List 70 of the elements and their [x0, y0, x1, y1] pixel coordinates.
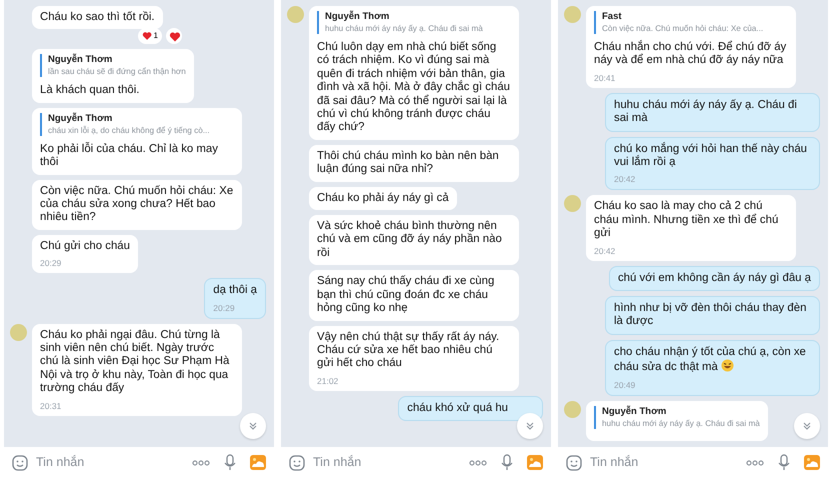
microphone-icon[interactable]	[224, 454, 236, 471]
image-icon[interactable]	[804, 455, 820, 470]
quote-text: lần sau cháu sẽ đi đứng cẩn thận hơn	[48, 66, 186, 78]
message-text: huhu cháu mới áy náy ấy ạ. Cháu đi sai mà	[614, 98, 798, 126]
double-chevron-icon	[802, 421, 812, 431]
quote-text: huhu cháu mới áy náy ấy ạ. Cháu đi sai mà	[602, 418, 760, 429]
quoted-message[interactable]: Nguyễn Thơm lần sau cháu sẽ đi đứng cẩn thận hơn	[40, 54, 186, 78]
message-time: 21:02	[317, 376, 340, 386]
quoted-message[interactable]: Fast Còn việc nữa. Chú muốn hỏi cháu: Xe của...	[594, 11, 788, 34]
message-text: chú với em không cần áy náy gì đâu ạ	[618, 272, 811, 286]
message-text: Sáng nay chú thấy cháu đi xe cùng bạn thì chú cũng đoán đc xe cháu hỏng cũng ko nhẹ	[317, 275, 496, 316]
message-text: Vậy nên chú thật sự thấy rất áy náy. Cháu cứ sửa xe hết bao nhiêu chú gửi hết cho cháu	[317, 330, 500, 371]
quoted-message[interactable]: Nguyễn Thơm cháu xin lỗi ạ, do cháu không để ý tiếng cò...	[40, 112, 234, 136]
quote-text: cháu xin lỗi ạ, do cháu không để ý tiếng cò...	[48, 124, 211, 136]
scroll-down-button[interactable]	[240, 413, 266, 439]
message-time: 20:29	[40, 258, 62, 268]
message-time: 20:31	[40, 400, 62, 411]
scroll-down-button[interactable]	[794, 413, 820, 439]
message-text: Chú gửi cho cháu	[40, 240, 130, 254]
emoji-icon[interactable]	[289, 454, 305, 470]
message-text: Ko phải lỗi của cháu. Chỉ là ko may thôi	[40, 142, 219, 170]
quoted-message[interactable]: Nguyễn Thơm huhu cháu mới áy náy ấy ạ. Cháu đi sai mà	[317, 11, 511, 34]
message-input[interactable]: Tin nhắn	[36, 453, 184, 472]
emoji-icon[interactable]	[12, 454, 28, 470]
message-time: 20:42	[614, 174, 636, 184]
microphone-icon[interactable]	[501, 454, 513, 471]
quote-author: Nguyễn Thơm	[48, 54, 114, 66]
image-icon[interactable]	[527, 455, 543, 470]
microphone-icon[interactable]	[778, 454, 790, 471]
double-chevron-icon	[525, 421, 535, 431]
more-icon[interactable]	[192, 460, 210, 466]
message-text: chú ko mắng với hỏi han thế này cháu vui lắm rồi ạ	[614, 142, 808, 170]
message-text: Cháu nhắn cho chú với. Để chú đỡ áy náy và để em nhà chú đỡ áy náy nữa	[594, 41, 788, 68]
message-text: Thôi chú cháu mình ko bàn nên bàn luận đúng sai nữa nhỉ?	[317, 150, 500, 177]
image-icon[interactable]	[250, 455, 266, 470]
quote-author: Nguyễn Thơm	[602, 406, 668, 418]
scroll-down-button[interactable]	[517, 413, 543, 439]
message-text: Cháu ko sao là may cho cả 2 chú cháu mình. Nhưng tiền xe thì để chú gửi	[594, 200, 780, 241]
quote-author: Fast	[602, 11, 623, 23]
message-text: Và sức khoẻ cháu bình thường nên chú và em cũng đỡ áy náy phần nào rồi	[317, 220, 503, 260]
message-text: Cháu ko sao thì tốt rồi.	[40, 11, 155, 24]
more-icon[interactable]	[469, 460, 487, 466]
message-input[interactable]: Tin nhắn	[590, 453, 738, 472]
message-text: Chú luôn dạy em nhà chú biết sống có trách nhiệm. Ko vì đúng sai mà quên đi trách nhiệm với bản thân, gia đình và xã hội. Mà ở đây chắc gì cháu đã sai đâu? Mà có thể người sai lại là chú vì chú không tránh được cháu đấy chứ?	[317, 41, 511, 135]
quoted-message[interactable]: Nguyễn Thơm huhu cháu mới áy náy ấy ạ. Cháu đi sai mà	[594, 406, 760, 429]
heart-icon	[142, 31, 152, 42]
message-time: 20:49	[614, 380, 636, 390]
quote-author: Nguyễn Thơm	[325, 11, 390, 23]
quote-author: Nguyễn Thơm	[48, 112, 114, 125]
quote-text: Còn việc nữa. Chú muốn hỏi cháu: Xe của...	[602, 23, 764, 34]
react-button[interactable]	[166, 28, 182, 44]
message-time: 20:29	[213, 302, 236, 313]
emoji-icon[interactable]	[566, 454, 582, 470]
message-text: Là khách quan thôi.	[40, 84, 140, 98]
double-chevron-icon	[248, 421, 258, 431]
reaction-count[interactable]: 1	[138, 28, 162, 44]
quote-text: huhu cháu mới áy náy ấy ạ. Cháu đi sai mà	[325, 23, 484, 34]
message-text: Còn việc nữa. Chú muốn hỏi cháu: Xe của cháu sửa xong chưa? Hết bao nhiêu tiền?	[40, 184, 234, 225]
laughing-emoji-icon	[721, 359, 734, 372]
message-input[interactable]: Tin nhắn	[313, 453, 461, 472]
message-text: Cháu ko phải áy náy gì cả	[317, 192, 449, 206]
heart-icon	[168, 30, 180, 42]
message-time: 20:41	[594, 72, 616, 83]
message-text: dạ thôi ạ	[213, 284, 257, 298]
message-text: cho cháu nhận ý tốt của chú ạ, còn xe cháu sửa dc thật mà	[614, 346, 807, 375]
message-text: cháu khó xử quá hu	[407, 402, 508, 416]
more-icon[interactable]	[746, 460, 764, 466]
message-time: 20:42	[594, 246, 616, 256]
message-text: Cháu ko phải ngại đâu. Chú từng là sinh viên nên chú biết. Ngày trước chú là sinh viên Đại học Sư Phạm Hà Nội và trọ ở khu này, Toàn đi học qua trường cháu đấy	[40, 328, 230, 396]
message-text: hình như bị vỡ đèn thôi cháu thay đèn là được	[614, 302, 808, 329]
